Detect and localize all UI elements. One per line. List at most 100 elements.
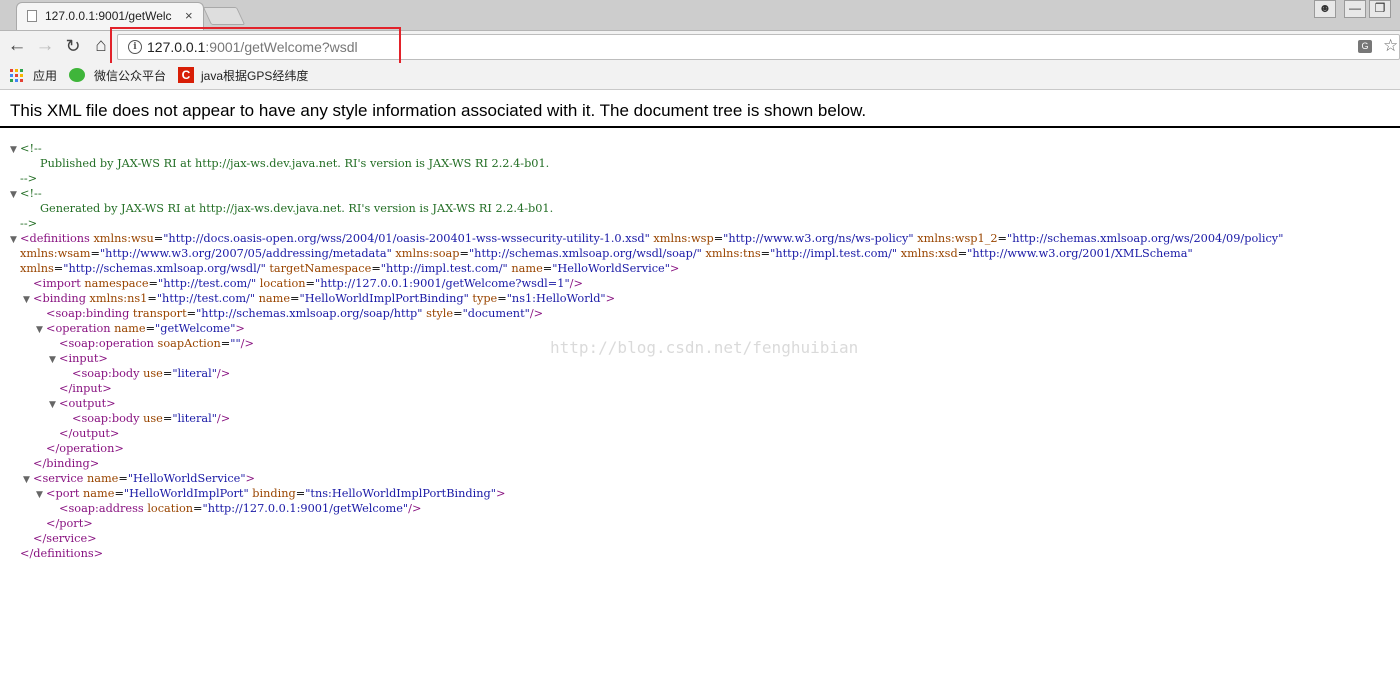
- xml-token: "http://schemas.xmlsoap.org/ws/2004/09/p…: [1007, 232, 1284, 245]
- back-arrow-icon[interactable]: ←: [6, 35, 28, 57]
- xml-token: "http://impl.test.com/": [770, 247, 898, 260]
- xml-token: =: [53, 262, 64, 275]
- collapse-arrow-icon[interactable]: ▼: [10, 188, 20, 203]
- xml-token: binding: [248, 487, 296, 500]
- xml-line: -->: [10, 171, 37, 186]
- xml-token: <output>: [59, 397, 116, 410]
- xml-token: =: [760, 247, 771, 260]
- collapse-arrow-icon[interactable]: ▼: [23, 473, 33, 488]
- xml-token: "http://127.0.0.1:9001/getWelcome?wsdl=1…: [315, 277, 570, 290]
- xml-line: <import namespace="http://test.com/" loc…: [23, 276, 583, 291]
- xml-token: xmlns:wsp: [649, 232, 714, 245]
- apps-grid-icon[interactable]: [10, 69, 23, 82]
- xml-line: <soap:operation soapAction=""/>: [49, 336, 254, 351]
- xml-token: <!--: [20, 142, 42, 155]
- xml-token: >: [605, 292, 616, 305]
- xml-token: name: [507, 262, 543, 275]
- xml-token: =: [148, 277, 159, 290]
- xml-token: name: [83, 487, 115, 500]
- xml-token: namespace: [84, 277, 149, 290]
- xml-token: "http://test.com/": [156, 292, 256, 305]
- xml-token: =: [459, 247, 469, 260]
- xml-line: ▼ <!--: [10, 141, 42, 156]
- xml-token: <soap:operation: [59, 337, 158, 350]
- xml-token: =: [957, 247, 968, 260]
- xml-token: "http://www.w3.org/2001/XMLSchema": [967, 247, 1193, 260]
- watermark: http://blog.csdn.net/fenghuibian: [550, 338, 859, 357]
- xml-token: -->: [20, 217, 38, 230]
- xml-token: />: [408, 502, 422, 515]
- xml-token: <import: [33, 277, 85, 290]
- xml-token: Generated by JAX-WS RI at http://jax-ws.…: [40, 202, 554, 215]
- xml-token: "http://schemas.xmlsoap.org/wsdl/soap/": [468, 247, 702, 260]
- xml-token: xmlns:soap: [391, 247, 460, 260]
- xml-token: </operation>: [46, 442, 124, 455]
- xml-token: />: [569, 277, 583, 290]
- forward-arrow-icon[interactable]: →: [34, 35, 56, 57]
- xml-token: <binding: [33, 292, 90, 305]
- xml-token: "http://schemas.xmlsoap.org/wsdl/": [63, 262, 266, 275]
- collapse-arrow-icon[interactable]: ▼: [49, 353, 59, 368]
- xml-token: =: [713, 232, 724, 245]
- xml-token: name: [86, 472, 119, 485]
- xml-token: name: [255, 292, 291, 305]
- xml-token: name: [114, 322, 146, 335]
- xml-token: "HelloWorldImplPortBinding": [299, 292, 469, 305]
- xml-token: xmlns:wsam: [20, 247, 91, 260]
- xml-token: "getWelcome": [155, 322, 236, 335]
- xml-line: ▼ <definitions xmlns:wsu="http://docs.oas…: [10, 231, 1283, 246]
- collapse-arrow-icon[interactable]: ▼: [10, 143, 20, 158]
- xml-token: transport: [132, 307, 187, 320]
- xml-token: >: [669, 262, 680, 275]
- reload-icon[interactable]: ↻: [62, 35, 84, 57]
- xml-token: xmlns:xsd: [897, 247, 958, 260]
- xml-token: use: [143, 367, 163, 380]
- xml-token: =: [497, 292, 507, 305]
- xml-line: Published by JAX-WS RI at http://jax-ws.…: [30, 156, 549, 171]
- collapse-arrow-icon[interactable]: ▼: [36, 488, 46, 503]
- xml-token: "http://www.w3.org/2007/05/addressing/me…: [99, 247, 392, 260]
- xml-token: <soap:body: [72, 367, 144, 380]
- xml-token: </service>: [33, 532, 97, 545]
- bookmark-star-icon[interactable]: ☆: [1383, 36, 1398, 56]
- collapse-arrow-icon[interactable]: ▼: [49, 398, 59, 413]
- translate-icon[interactable]: G: [1358, 40, 1372, 53]
- minimize-icon[interactable]: —: [1344, 0, 1366, 18]
- bookmark-apps[interactable]: 应用: [33, 67, 57, 84]
- bookmarks-bar: 应用 微信公众平台 C java根据GPS经纬度: [0, 63, 1400, 90]
- xml-token: xmlns:ns1: [89, 292, 148, 305]
- xml-line: </output>: [49, 426, 119, 441]
- home-icon[interactable]: ⌂: [90, 35, 112, 57]
- user-profile-icon[interactable]: ☻: [1314, 0, 1336, 18]
- restore-icon[interactable]: ❐: [1369, 0, 1391, 18]
- xml-token: use: [143, 412, 163, 425]
- xml-token: "HelloWorldImplPort": [123, 487, 249, 500]
- collapse-arrow-icon[interactable]: ▼: [36, 323, 46, 338]
- collapse-arrow-icon[interactable]: ▼: [23, 293, 33, 308]
- tab-title: 127.0.0.1:9001/getWelc: [45, 9, 172, 23]
- xml-token: "http://www.w3.org/ns/ws-policy": [723, 232, 914, 245]
- close-tab-icon[interactable]: ×: [185, 8, 193, 23]
- xml-token: />: [216, 367, 231, 380]
- xml-token: <!--: [20, 187, 42, 200]
- browser-tab[interactable]: 127.0.0.1:9001/getWelc ×: [16, 2, 204, 30]
- xml-token: "literal": [172, 412, 217, 425]
- xml-token: =: [186, 307, 197, 320]
- xml-line: </port>: [36, 516, 93, 531]
- xml-token: <service: [33, 472, 87, 485]
- page-icon: [27, 10, 37, 22]
- xml-token: <soap:body: [72, 412, 144, 425]
- bookmark-wechat[interactable]: 微信公众平台: [94, 67, 166, 84]
- xml-token: "http://test.com/": [158, 277, 257, 290]
- xml-line: <soap:binding transport="http://schemas.…: [36, 306, 543, 321]
- xml-token: =: [153, 232, 164, 245]
- xml-line: ▼ <binding xmlns:ns1 = "http://test.com/" n…: [23, 291, 615, 306]
- xml-line: ▼ <operation name="getWelcome">: [36, 321, 245, 336]
- bookmark-java-gps[interactable]: java根据GPS经纬度: [201, 67, 308, 84]
- xml-token: "http://docs.oasis-open.org/wss/2004/01/…: [163, 232, 650, 245]
- xml-token: xmlns:wsu: [93, 232, 154, 245]
- new-tab-button[interactable]: [202, 7, 246, 25]
- xml-token: "document": [462, 307, 530, 320]
- xml-token: "tns:HelloWorldImplPortBinding": [305, 487, 496, 500]
- xml-token: =: [162, 412, 173, 425]
